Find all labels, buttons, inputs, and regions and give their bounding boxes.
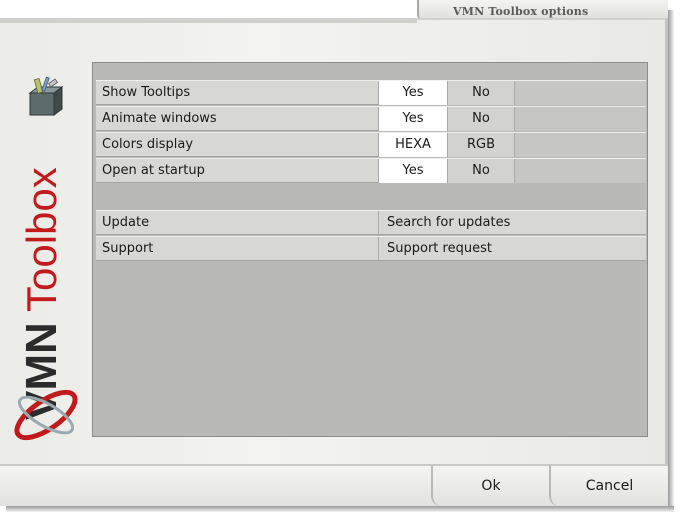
logo-text-toolbox: Toolbox <box>18 167 65 312</box>
choice-hexa-button[interactable]: HEXA <box>378 133 447 157</box>
choice-no-button[interactable]: No <box>447 107 514 131</box>
link-label: Update <box>102 215 150 230</box>
window-shadow-right <box>668 10 674 510</box>
option-row-show-tooltips: Show Tooltips Yes No <box>96 80 646 105</box>
ok-button[interactable]: Ok <box>431 466 549 506</box>
option-label: Colors display <box>102 137 194 152</box>
option-spacer <box>514 81 646 105</box>
option-row-open-at-startup: Open at startup Yes No <box>96 158 646 183</box>
option-label: Animate windows <box>102 111 217 126</box>
option-label: Open at startup <box>102 163 205 178</box>
toolbox-icon <box>28 76 64 116</box>
option-spacer <box>514 107 646 131</box>
search-for-updates-link[interactable]: Search for updates <box>378 211 646 235</box>
cancel-button[interactable]: Cancel <box>549 466 668 506</box>
link-row-update: Update Search for updates <box>96 210 646 235</box>
options-panel: Show Tooltips Yes No Animate windows Yes… <box>92 62 648 437</box>
link-label: Support <box>102 241 154 256</box>
choice-no-button[interactable]: No <box>447 81 514 105</box>
option-row-colors-display: Colors display HEXA RGB <box>96 132 646 157</box>
option-row-animate-windows: Animate windows Yes No <box>96 106 646 131</box>
logo-swoosh <box>14 389 78 441</box>
option-spacer <box>514 133 646 157</box>
choice-yes-button[interactable]: Yes <box>378 107 447 131</box>
support-request-link[interactable]: Support request <box>378 237 646 261</box>
window-title: VMN Toolbox options <box>453 5 589 18</box>
logo-column: VMN Toolbox <box>8 75 84 460</box>
choice-no-button[interactable]: No <box>447 159 514 183</box>
link-row-support: Support Support request <box>96 236 646 261</box>
choice-yes-button[interactable]: Yes <box>378 159 447 183</box>
choice-rgb-button[interactable]: RGB <box>447 133 514 157</box>
options-window: VMN Toolbox options VMN Toolbox Show Too… <box>0 0 668 506</box>
top-divider <box>0 20 417 23</box>
choice-yes-button[interactable]: Yes <box>378 81 447 105</box>
option-label: Show Tooltips <box>102 85 191 100</box>
button-bar: Ok Cancel <box>0 464 668 506</box>
window-shadow-bottom <box>6 506 674 512</box>
option-spacer <box>514 159 646 183</box>
